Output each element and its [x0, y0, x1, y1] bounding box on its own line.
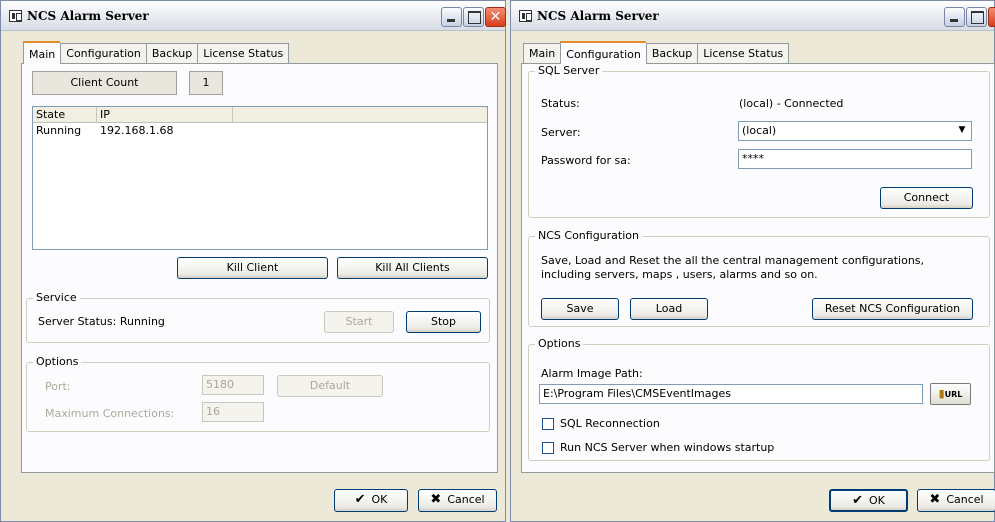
sql-server-group: SQL Server Status: (local) - Connected S… — [528, 64, 990, 218]
row-ip: 192.168.1.68 — [100, 124, 174, 137]
check-icon: ✔ — [852, 493, 864, 508]
column-state[interactable]: State — [33, 107, 97, 122]
row-state: Running — [36, 124, 82, 137]
chevron-down-icon[interactable]: ▼ — [954, 123, 970, 139]
server-label: Server: — [541, 126, 581, 139]
right-titlebar[interactable]: NCS Alarm Server — [511, 1, 995, 31]
x-icon: ✖ — [430, 492, 442, 507]
start-button[interactable]: Start — [324, 311, 394, 333]
configuration-tab-panel: SQL Server Status: (local) - Connected S… — [521, 63, 995, 473]
sql-reconnection-checkbox[interactable] — [542, 418, 554, 430]
maximize-button[interactable] — [966, 7, 987, 27]
client-list[interactable]: State IP Running 192.168.1.68 — [32, 106, 488, 250]
options-legend: Options — [33, 355, 82, 368]
server-select[interactable]: (local) ▼ — [738, 121, 972, 141]
folder-url-button[interactable]: ▮URL — [930, 383, 971, 405]
kill-client-button[interactable]: Kill Client — [177, 257, 328, 279]
ncs-configuration-group: NCS Configuration Save, Load and Reset t… — [528, 229, 990, 327]
service-legend: Service — [33, 291, 80, 304]
url-label: URL — [944, 390, 963, 399]
x-icon: ✖ — [929, 492, 941, 507]
left-window: NCS Alarm Server ✕ Main Configuration Ba… — [0, 0, 506, 522]
reset-ncs-configuration-button[interactable]: Reset NCS Configuration — [812, 298, 973, 320]
table-row[interactable]: Running 192.168.1.68 — [33, 123, 487, 138]
load-button[interactable]: Load — [630, 298, 708, 320]
options-legend: Options — [535, 337, 584, 350]
ok-button[interactable]: ✔ OK — [334, 489, 408, 512]
client-count-value: 1 — [189, 71, 223, 95]
password-label: Password for sa: — [541, 154, 631, 167]
client-list-header: State IP — [33, 107, 487, 123]
status-value: (local) - Connected — [739, 97, 844, 110]
port-field[interactable]: 5180 — [202, 375, 264, 395]
run-ncs-startup-checkbox[interactable] — [542, 442, 554, 454]
tab-license-status[interactable]: License Status — [697, 43, 790, 64]
tab-main[interactable]: Main — [523, 43, 561, 64]
app-icon — [9, 10, 22, 22]
main-tab-panel: Client Count 1 State IP Running 192.168.… — [21, 63, 498, 473]
server-status: Server Status: Running — [38, 315, 165, 328]
run-ncs-startup-label: Run NCS Server when windows startup — [560, 441, 775, 454]
minimize-button[interactable] — [441, 7, 462, 27]
sql-reconnection-label: SQL Reconnection — [560, 417, 660, 430]
cancel-button[interactable]: ✖ Cancel — [917, 489, 995, 512]
save-button[interactable]: Save — [541, 298, 619, 320]
ncs-description: Save, Load and Reset the all the central… — [541, 254, 925, 281]
client-count-label: Client Count — [32, 71, 177, 95]
port-label: Port: — [45, 380, 71, 393]
tab-main[interactable]: Main — [23, 41, 61, 64]
window-title: NCS Alarm Server — [537, 9, 659, 23]
default-button[interactable]: Default — [277, 375, 383, 397]
options-group: Options Port: 5180 Default Maximum Conne… — [26, 355, 490, 432]
close-button[interactable]: ✕ — [485, 7, 506, 27]
left-titlebar[interactable]: NCS Alarm Server ✕ — [1, 1, 506, 31]
tab-backup[interactable]: Backup — [645, 43, 698, 64]
ok-label: OK — [371, 493, 388, 506]
options-group: Options Alarm Image Path: E:\Program Fil… — [528, 337, 990, 461]
alarm-image-path-field[interactable]: E:\Program Files\CMSEventImages — [539, 384, 923, 404]
tab-strip: Main Configuration Backup License Status — [23, 41, 290, 64]
cancel-label: Cancel — [447, 493, 485, 506]
tab-backup[interactable]: Backup — [145, 43, 198, 64]
maximize-button[interactable] — [463, 7, 484, 27]
check-icon: ✔ — [354, 492, 366, 507]
service-group: Service Server Status: Running Start Sto… — [26, 291, 490, 343]
column-ip[interactable]: IP — [97, 107, 233, 122]
right-window: NCS Alarm Server Main Configuration Back… — [510, 0, 995, 522]
password-field[interactable]: **** — [738, 149, 972, 169]
server-value: (local) — [742, 124, 777, 137]
kill-all-clients-button[interactable]: Kill All Clients — [337, 257, 488, 279]
stop-button[interactable]: Stop — [406, 311, 481, 333]
alarm-image-path-label: Alarm Image Path: — [541, 367, 643, 380]
tab-configuration[interactable]: Configuration — [560, 41, 646, 64]
cancel-label: Cancel — [946, 493, 984, 506]
minimize-button[interactable] — [944, 7, 965, 27]
max-connections-label: Maximum Connections: — [45, 407, 175, 420]
window-title: NCS Alarm Server — [27, 9, 149, 23]
app-icon — [519, 10, 532, 22]
tab-configuration[interactable]: Configuration — [60, 43, 146, 64]
cancel-button[interactable]: ✖ Cancel — [418, 489, 497, 512]
tab-strip: Main Configuration Backup License Status — [523, 41, 790, 64]
ok-label: OK — [869, 494, 885, 507]
ncs-configuration-legend: NCS Configuration — [535, 229, 642, 242]
max-connections-field[interactable]: 16 — [202, 402, 264, 422]
ok-button[interactable]: ✔ OK — [829, 489, 908, 512]
connect-button[interactable]: Connect — [880, 187, 973, 209]
status-label: Status: — [541, 97, 580, 110]
close-button[interactable] — [988, 7, 995, 27]
tab-license-status[interactable]: License Status — [197, 43, 290, 64]
